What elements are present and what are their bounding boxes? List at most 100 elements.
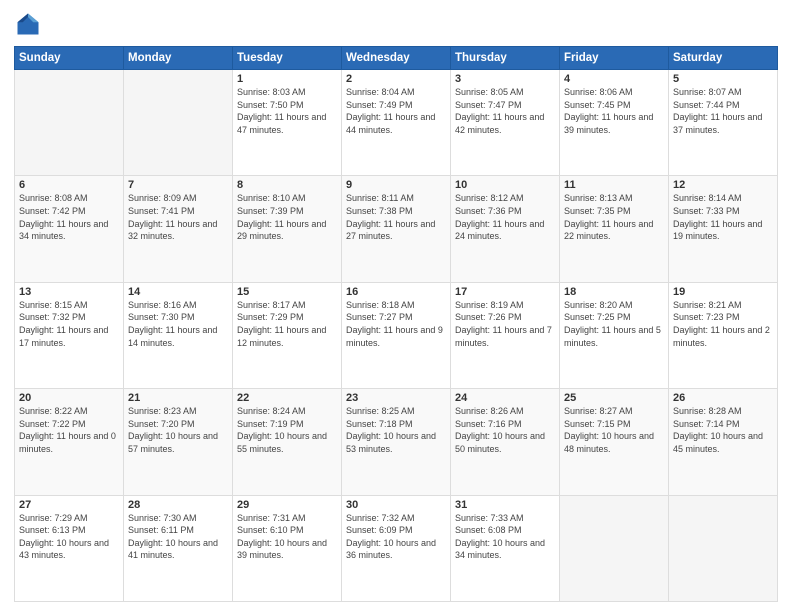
calendar-cell: 20Sunrise: 8:22 AMSunset: 7:22 PMDayligh…: [15, 389, 124, 495]
day-detail: Sunrise: 8:28 AMSunset: 7:14 PMDaylight:…: [673, 405, 773, 455]
day-detail: Sunrise: 8:23 AMSunset: 7:20 PMDaylight:…: [128, 405, 228, 455]
col-header-saturday: Saturday: [669, 47, 778, 70]
day-number: 3: [455, 73, 555, 85]
day-detail: Sunrise: 8:04 AMSunset: 7:49 PMDaylight:…: [346, 86, 446, 136]
day-number: 25: [564, 392, 664, 404]
day-detail: Sunrise: 8:07 AMSunset: 7:44 PMDaylight:…: [673, 86, 773, 136]
calendar-cell: 30Sunrise: 7:32 AMSunset: 6:09 PMDayligh…: [342, 495, 451, 601]
calendar-cell: 3Sunrise: 8:05 AMSunset: 7:47 PMDaylight…: [451, 70, 560, 176]
calendar-cell: 6Sunrise: 8:08 AMSunset: 7:42 PMDaylight…: [15, 176, 124, 282]
header: [14, 10, 778, 38]
day-detail: Sunrise: 8:14 AMSunset: 7:33 PMDaylight:…: [673, 192, 773, 242]
week-row-1: 1Sunrise: 8:03 AMSunset: 7:50 PMDaylight…: [15, 70, 778, 176]
calendar-cell: 25Sunrise: 8:27 AMSunset: 7:15 PMDayligh…: [560, 389, 669, 495]
day-detail: Sunrise: 7:33 AMSunset: 6:08 PMDaylight:…: [455, 512, 555, 562]
day-detail: Sunrise: 8:17 AMSunset: 7:29 PMDaylight:…: [237, 299, 337, 349]
calendar-cell: 28Sunrise: 7:30 AMSunset: 6:11 PMDayligh…: [124, 495, 233, 601]
calendar-cell: [15, 70, 124, 176]
week-row-2: 6Sunrise: 8:08 AMSunset: 7:42 PMDaylight…: [15, 176, 778, 282]
calendar-cell: 15Sunrise: 8:17 AMSunset: 7:29 PMDayligh…: [233, 282, 342, 388]
day-number: 24: [455, 392, 555, 404]
day-detail: Sunrise: 8:20 AMSunset: 7:25 PMDaylight:…: [564, 299, 664, 349]
day-detail: Sunrise: 8:06 AMSunset: 7:45 PMDaylight:…: [564, 86, 664, 136]
logo-icon: [14, 10, 42, 38]
calendar-cell: 29Sunrise: 7:31 AMSunset: 6:10 PMDayligh…: [233, 495, 342, 601]
col-header-wednesday: Wednesday: [342, 47, 451, 70]
day-detail: Sunrise: 8:27 AMSunset: 7:15 PMDaylight:…: [564, 405, 664, 455]
day-number: 14: [128, 286, 228, 298]
day-number: 21: [128, 392, 228, 404]
day-detail: Sunrise: 8:24 AMSunset: 7:19 PMDaylight:…: [237, 405, 337, 455]
calendar-cell: 12Sunrise: 8:14 AMSunset: 7:33 PMDayligh…: [669, 176, 778, 282]
calendar-cell: 19Sunrise: 8:21 AMSunset: 7:23 PMDayligh…: [669, 282, 778, 388]
calendar-cell: 17Sunrise: 8:19 AMSunset: 7:26 PMDayligh…: [451, 282, 560, 388]
calendar-cell: [124, 70, 233, 176]
day-number: 8: [237, 179, 337, 191]
day-detail: Sunrise: 8:03 AMSunset: 7:50 PMDaylight:…: [237, 86, 337, 136]
day-detail: Sunrise: 8:26 AMSunset: 7:16 PMDaylight:…: [455, 405, 555, 455]
day-number: 17: [455, 286, 555, 298]
day-number: 16: [346, 286, 446, 298]
day-detail: Sunrise: 8:25 AMSunset: 7:18 PMDaylight:…: [346, 405, 446, 455]
calendar-cell: 13Sunrise: 8:15 AMSunset: 7:32 PMDayligh…: [15, 282, 124, 388]
col-header-monday: Monday: [124, 47, 233, 70]
calendar-cell: 14Sunrise: 8:16 AMSunset: 7:30 PMDayligh…: [124, 282, 233, 388]
day-detail: Sunrise: 8:08 AMSunset: 7:42 PMDaylight:…: [19, 192, 119, 242]
calendar-table: SundayMondayTuesdayWednesdayThursdayFrid…: [14, 46, 778, 602]
calendar-cell: 9Sunrise: 8:11 AMSunset: 7:38 PMDaylight…: [342, 176, 451, 282]
week-row-4: 20Sunrise: 8:22 AMSunset: 7:22 PMDayligh…: [15, 389, 778, 495]
day-number: 27: [19, 499, 119, 511]
week-row-3: 13Sunrise: 8:15 AMSunset: 7:32 PMDayligh…: [15, 282, 778, 388]
week-row-5: 27Sunrise: 7:29 AMSunset: 6:13 PMDayligh…: [15, 495, 778, 601]
calendar-cell: 26Sunrise: 8:28 AMSunset: 7:14 PMDayligh…: [669, 389, 778, 495]
day-detail: Sunrise: 8:12 AMSunset: 7:36 PMDaylight:…: [455, 192, 555, 242]
day-number: 9: [346, 179, 446, 191]
calendar-cell: 11Sunrise: 8:13 AMSunset: 7:35 PMDayligh…: [560, 176, 669, 282]
day-detail: Sunrise: 7:31 AMSunset: 6:10 PMDaylight:…: [237, 512, 337, 562]
day-number: 2: [346, 73, 446, 85]
calendar-cell: 10Sunrise: 8:12 AMSunset: 7:36 PMDayligh…: [451, 176, 560, 282]
day-number: 5: [673, 73, 773, 85]
calendar-cell: 27Sunrise: 7:29 AMSunset: 6:13 PMDayligh…: [15, 495, 124, 601]
calendar-cell: [669, 495, 778, 601]
header-row: SundayMondayTuesdayWednesdayThursdayFrid…: [15, 47, 778, 70]
calendar-cell: 18Sunrise: 8:20 AMSunset: 7:25 PMDayligh…: [560, 282, 669, 388]
day-number: 15: [237, 286, 337, 298]
calendar-cell: 2Sunrise: 8:04 AMSunset: 7:49 PMDaylight…: [342, 70, 451, 176]
day-number: 13: [19, 286, 119, 298]
col-header-sunday: Sunday: [15, 47, 124, 70]
day-detail: Sunrise: 8:05 AMSunset: 7:47 PMDaylight:…: [455, 86, 555, 136]
logo: [14, 10, 46, 38]
day-number: 12: [673, 179, 773, 191]
calendar-cell: 24Sunrise: 8:26 AMSunset: 7:16 PMDayligh…: [451, 389, 560, 495]
calendar-cell: 7Sunrise: 8:09 AMSunset: 7:41 PMDaylight…: [124, 176, 233, 282]
day-detail: Sunrise: 7:30 AMSunset: 6:11 PMDaylight:…: [128, 512, 228, 562]
day-detail: Sunrise: 8:10 AMSunset: 7:39 PMDaylight:…: [237, 192, 337, 242]
day-detail: Sunrise: 8:16 AMSunset: 7:30 PMDaylight:…: [128, 299, 228, 349]
day-detail: Sunrise: 8:11 AMSunset: 7:38 PMDaylight:…: [346, 192, 446, 242]
day-number: 18: [564, 286, 664, 298]
day-number: 10: [455, 179, 555, 191]
calendar-cell: 1Sunrise: 8:03 AMSunset: 7:50 PMDaylight…: [233, 70, 342, 176]
calendar-cell: 8Sunrise: 8:10 AMSunset: 7:39 PMDaylight…: [233, 176, 342, 282]
day-detail: Sunrise: 8:15 AMSunset: 7:32 PMDaylight:…: [19, 299, 119, 349]
calendar-cell: 4Sunrise: 8:06 AMSunset: 7:45 PMDaylight…: [560, 70, 669, 176]
day-number: 30: [346, 499, 446, 511]
col-header-thursday: Thursday: [451, 47, 560, 70]
day-number: 6: [19, 179, 119, 191]
day-number: 11: [564, 179, 664, 191]
day-number: 31: [455, 499, 555, 511]
day-number: 29: [237, 499, 337, 511]
day-number: 23: [346, 392, 446, 404]
day-number: 19: [673, 286, 773, 298]
day-number: 7: [128, 179, 228, 191]
calendar-cell: 22Sunrise: 8:24 AMSunset: 7:19 PMDayligh…: [233, 389, 342, 495]
day-number: 4: [564, 73, 664, 85]
day-number: 20: [19, 392, 119, 404]
day-number: 22: [237, 392, 337, 404]
day-detail: Sunrise: 8:13 AMSunset: 7:35 PMDaylight:…: [564, 192, 664, 242]
day-detail: Sunrise: 8:19 AMSunset: 7:26 PMDaylight:…: [455, 299, 555, 349]
day-number: 1: [237, 73, 337, 85]
calendar-cell: 21Sunrise: 8:23 AMSunset: 7:20 PMDayligh…: [124, 389, 233, 495]
day-detail: Sunrise: 7:32 AMSunset: 6:09 PMDaylight:…: [346, 512, 446, 562]
